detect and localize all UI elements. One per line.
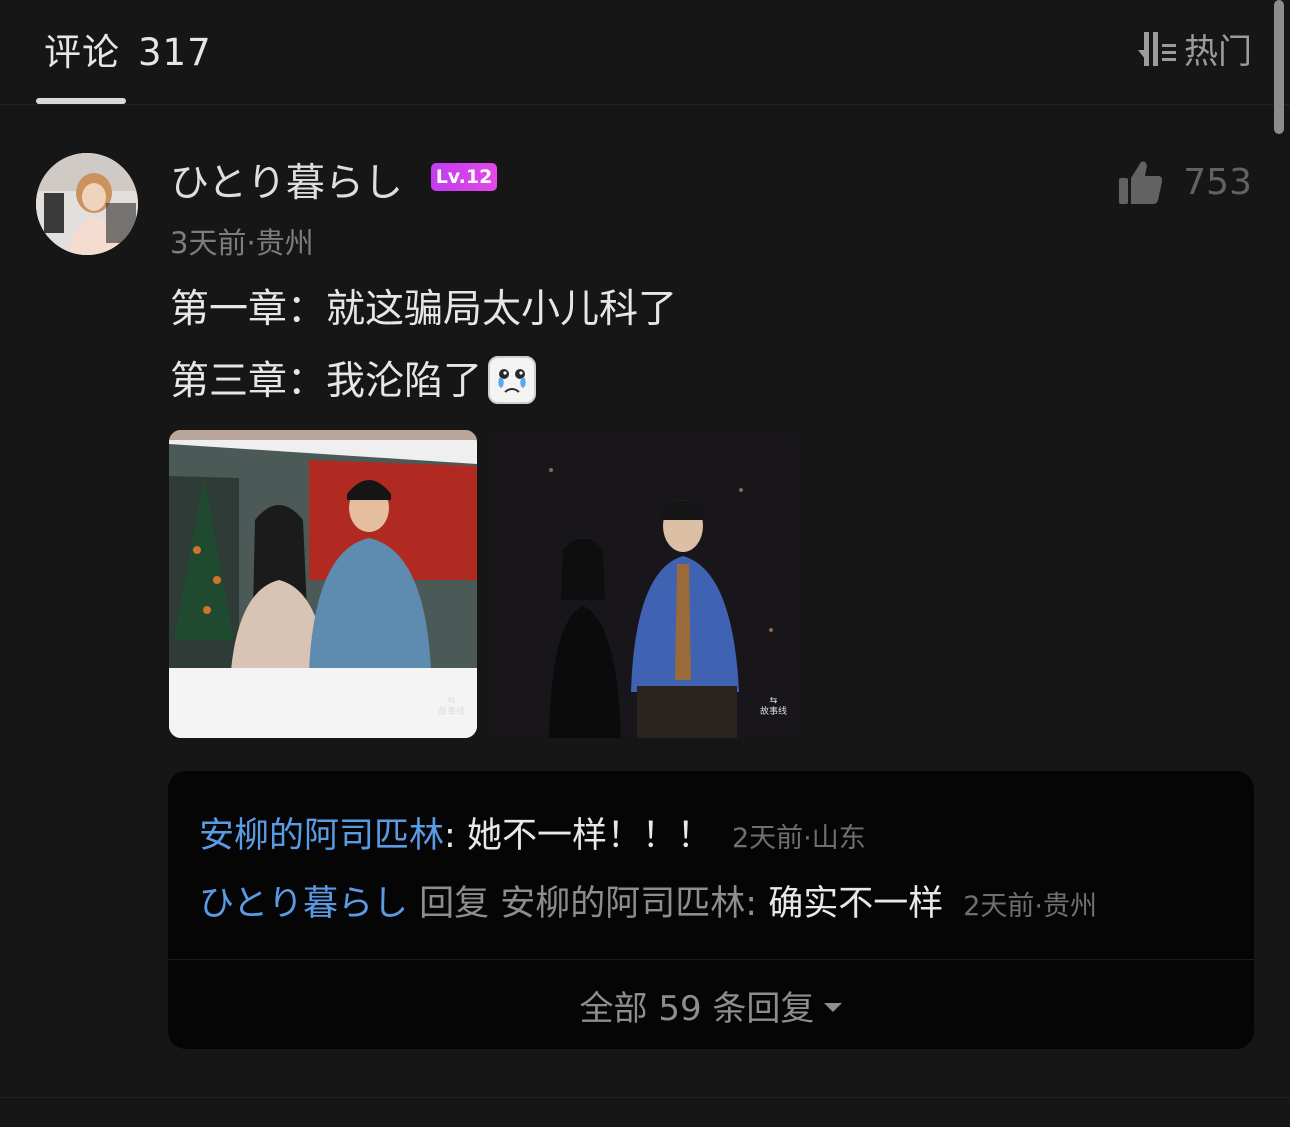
tab-comments[interactable]: 评论 317	[44, 22, 212, 76]
comments-header: 评论 317 热门	[0, 0, 1290, 105]
reply-item[interactable]: 安柳的阿司匹林: 她不一样！！！ 2天前·山东	[199, 807, 866, 858]
active-tab-indicator	[36, 98, 126, 104]
reply-divider	[168, 959, 1254, 960]
crying-emoji-icon	[488, 355, 537, 404]
image-watermark-2: ⇆ 故事线	[759, 696, 787, 717]
reply-time-location: 2天前·贵州	[963, 891, 1097, 922]
comment-image-1[interactable]: ⇆ 故事线	[169, 430, 477, 738]
comment-line-2-text: 第三章：我沦陷了	[170, 359, 483, 404]
like-count: 753	[1183, 161, 1252, 203]
reply-author[interactable]: ひとり暮らし	[199, 884, 408, 924]
tab-comments-label: 评论	[44, 31, 120, 74]
view-all-replies-button[interactable]: 全部 59 条回复	[168, 981, 1254, 1030]
thumbs-up-icon	[1119, 161, 1163, 204]
comment-line-2: 第三章：我沦陷了	[170, 350, 537, 408]
reply-target[interactable]: 安柳的阿司匹林	[500, 884, 745, 924]
view-all-replies-label: 全部 59 条回复	[579, 989, 815, 1029]
comment-time-location: 3天前·贵州	[170, 226, 314, 260]
avatar[interactable]	[36, 153, 138, 255]
level-badge: Lv.12	[431, 163, 497, 191]
reply-colon: :	[745, 884, 758, 924]
chevron-down-icon	[824, 1003, 843, 1012]
replies-box: 安柳的阿司匹林: 她不一样！！！ 2天前·山东 ひとり暮らし 回复 安柳的阿司匹林…	[168, 771, 1254, 1049]
reply-item[interactable]: ひとり暮らし 回复 安柳的阿司匹林: 确实不一样 2天前·贵州	[199, 875, 1097, 926]
sort-button[interactable]: 热门	[1138, 24, 1252, 73]
reply-colon: :	[444, 816, 456, 856]
comment-line-1: 第一章：就这骗局太小儿科了	[170, 287, 678, 332]
image-watermark-1: ⇆ 故事线	[437, 696, 465, 717]
comment-divider	[0, 1097, 1290, 1098]
reply-text: 她不一样！！！	[466, 816, 712, 856]
scrollbar[interactable]	[1274, 0, 1284, 134]
comment-username[interactable]: ひとり暮らし	[170, 152, 403, 208]
comment-count: 317	[138, 31, 212, 74]
sort-label: 热门	[1184, 32, 1252, 72]
reply-author[interactable]: 安柳的阿司匹林	[199, 816, 444, 856]
reply-text: 确实不一样	[768, 884, 944, 924]
sort-icon	[1138, 31, 1176, 66]
reply-keyword: 回复	[419, 884, 490, 924]
like-button[interactable]: 753	[1119, 160, 1252, 204]
reply-time-location: 2天前·山东	[731, 823, 866, 854]
comment-image-2[interactable]: ⇆ 故事线	[491, 430, 799, 738]
